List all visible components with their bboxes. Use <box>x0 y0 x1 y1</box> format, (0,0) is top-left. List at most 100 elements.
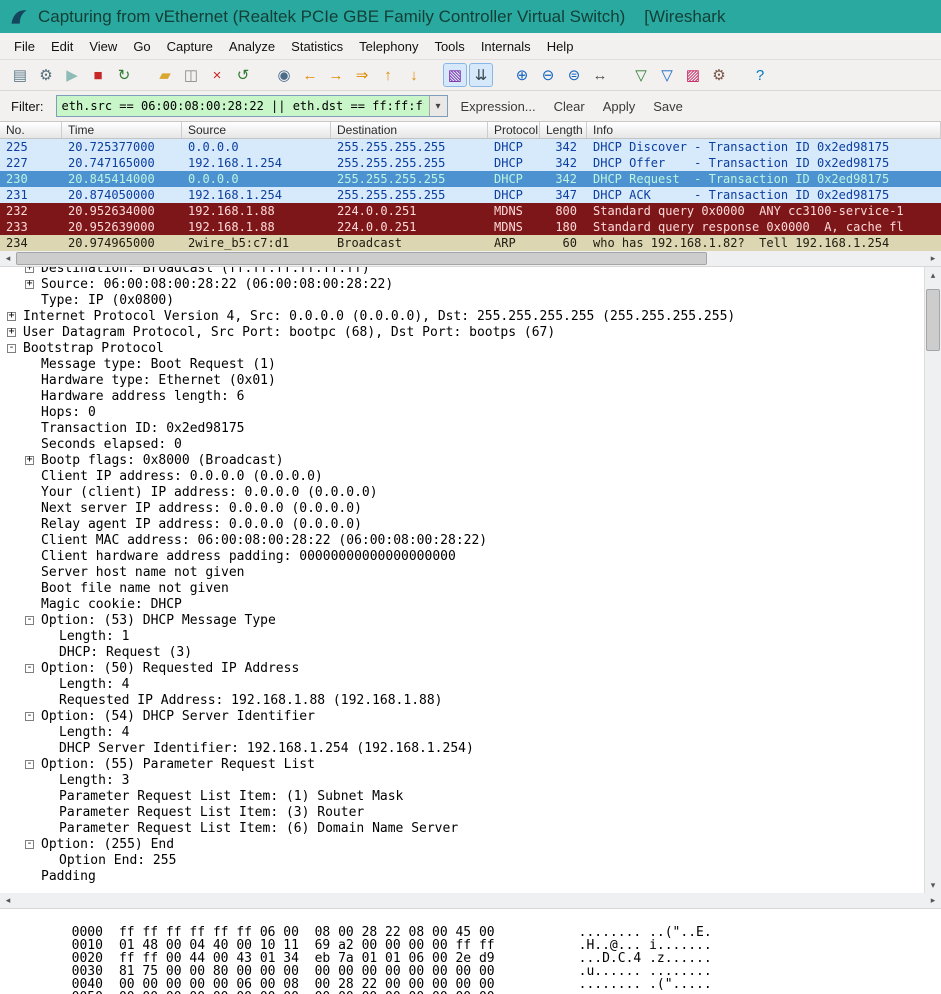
detail-line[interactable]: Message type: Boot Request (1) <box>0 356 924 372</box>
go-to-bottom-icon[interactable]: ↓ <box>402 63 426 87</box>
detail-line[interactable]: Option: (53) DHCP Message Type <box>0 612 924 628</box>
detail-line[interactable]: Boot file name not given <box>0 580 924 596</box>
expander-icon[interactable] <box>7 311 16 321</box>
menu-capture[interactable]: Capture <box>159 35 221 58</box>
expander-icon[interactable] <box>25 663 34 673</box>
menu-help[interactable]: Help <box>539 35 582 58</box>
detail-line[interactable]: DHCP: Request (3) <box>0 644 924 660</box>
packet-list-hscrollbar[interactable]: ◂ ▸ <box>0 251 941 267</box>
scroll-left-icon[interactable]: ◂ <box>0 251 16 266</box>
packet-row[interactable]: 231 20.874050000 192.168.1.254 255.255.2… <box>0 187 941 203</box>
capture-options-icon[interactable]: ⚙ <box>34 63 58 87</box>
packet-row[interactable]: 225 20.725377000 0.0.0.0 255.255.255.255… <box>0 139 941 155</box>
close-capture-icon[interactable]: × <box>205 63 229 87</box>
zoom-100-icon[interactable]: ⊜ <box>562 63 586 87</box>
filter-label[interactable]: Filter: <box>7 96 48 117</box>
resize-columns-icon[interactable]: ↔ <box>588 63 612 87</box>
detail-line[interactable]: Destination: Broadcast (ff:ff:ff:ff:ff:f… <box>0 267 924 276</box>
detail-line[interactable]: Hardware type: Ethernet (0x01) <box>0 372 924 388</box>
scroll-up-icon[interactable]: ▴ <box>925 267 941 283</box>
detail-line[interactable]: Length: 3 <box>0 772 924 788</box>
menu-edit[interactable]: Edit <box>43 35 81 58</box>
detail-line[interactable]: Padding <box>0 868 924 884</box>
menu-internals[interactable]: Internals <box>473 35 539 58</box>
find-packet-icon[interactable]: ◉ <box>272 63 296 87</box>
detail-line[interactable]: Source: 06:00:08:00:28:22 (06:00:08:00:2… <box>0 276 924 292</box>
detail-line[interactable]: Length: 1 <box>0 628 924 644</box>
list-interfaces-icon[interactable]: ▤ <box>8 63 32 87</box>
colorize-toggle-icon[interactable]: ▧ <box>443 63 467 87</box>
detail-line[interactable]: Type: IP (0x0800) <box>0 292 924 308</box>
detail-line[interactable]: DHCP Server Identifier: 192.168.1.254 (1… <box>0 740 924 756</box>
detail-line[interactable]: Relay agent IP address: 0.0.0.0 (0.0.0.0… <box>0 516 924 532</box>
filter-dropdown-button[interactable]: ▾ <box>428 96 447 116</box>
detail-line[interactable]: Option: (50) Requested IP Address <box>0 660 924 676</box>
expander-icon[interactable] <box>25 759 34 769</box>
detail-line[interactable]: Requested IP Address: 192.168.1.88 (192.… <box>0 692 924 708</box>
detail-line[interactable]: Parameter Request List Item: (1) Subnet … <box>0 788 924 804</box>
detail-line[interactable]: Bootstrap Protocol <box>0 340 924 356</box>
column-header[interactable]: No. <box>0 122 62 138</box>
detail-line[interactable]: Option: (255) End <box>0 836 924 852</box>
detail-line[interactable]: Your (client) IP address: 0.0.0.0 (0.0.0… <box>0 484 924 500</box>
autoscroll-toggle-icon[interactable]: ⇊ <box>469 63 493 87</box>
save-button[interactable]: Save <box>648 96 688 117</box>
menu-view[interactable]: View <box>81 35 125 58</box>
detail-line[interactable]: Length: 4 <box>0 724 924 740</box>
details-hscrollbar[interactable]: ◂ ▸ <box>0 893 941 909</box>
packet-row[interactable]: 232 20.952634000 192.168.1.88 224.0.0.25… <box>0 203 941 219</box>
hscrollbar-track[interactable] <box>16 251 925 266</box>
display-filters-icon[interactable]: ▽ <box>655 63 679 87</box>
detail-line[interactable]: Option End: 255 <box>0 852 924 868</box>
menu-statistics[interactable]: Statistics <box>283 35 351 58</box>
packet-row[interactable]: 227 20.747165000 192.168.1.254 255.255.2… <box>0 155 941 171</box>
packet-row[interactable]: 230 20.845414000 0.0.0.0 255.255.255.255… <box>0 171 941 187</box>
detail-line[interactable]: Parameter Request List Item: (3) Router <box>0 804 924 820</box>
detail-line[interactable]: User Datagram Protocol, Src Port: bootpc… <box>0 324 924 340</box>
expander-icon[interactable] <box>25 279 34 289</box>
menu-analyze[interactable]: Analyze <box>221 35 283 58</box>
filter-input[interactable] <box>56 96 429 116</box>
detail-line[interactable]: Option: (54) DHCP Server Identifier <box>0 708 924 724</box>
expression-button[interactable]: Expression... <box>456 96 541 117</box>
hscrollbar-track[interactable] <box>16 893 925 908</box>
preferences-icon[interactable]: ⚙ <box>707 63 731 87</box>
expander-icon[interactable] <box>25 839 34 849</box>
detail-line[interactable]: Option: (55) Parameter Request List <box>0 756 924 772</box>
expander-icon[interactable] <box>25 711 34 721</box>
scroll-right-icon[interactable]: ▸ <box>925 893 941 908</box>
go-forward-icon[interactable]: → <box>324 63 348 87</box>
expander-icon[interactable] <box>25 267 34 273</box>
scroll-right-icon[interactable]: ▸ <box>925 251 941 266</box>
detail-line[interactable]: Bootp flags: 0x8000 (Broadcast) <box>0 452 924 468</box>
detail-line[interactable]: Hops: 0 <box>0 404 924 420</box>
go-to-top-icon[interactable]: ↑ <box>376 63 400 87</box>
stop-capture-icon[interactable]: ■ <box>86 63 110 87</box>
save-file-icon[interactable]: ◫ <box>179 63 203 87</box>
scroll-down-icon[interactable]: ▾ <box>925 877 941 893</box>
titlebar[interactable]: Capturing from vEthernet (Realtek PCIe G… <box>0 0 941 33</box>
column-header[interactable]: Destination <box>331 122 488 138</box>
column-header[interactable]: Info <box>587 122 941 138</box>
coloring-rules-icon[interactable]: ▨ <box>681 63 705 87</box>
detail-line[interactable]: Server host name not given <box>0 564 924 580</box>
zoom-in-icon[interactable]: ⊕ <box>510 63 534 87</box>
detail-line[interactable]: Length: 4 <box>0 676 924 692</box>
vscrollbar-track[interactable] <box>925 283 941 877</box>
column-header[interactable]: Length <box>540 122 587 138</box>
packet-row[interactable]: 233 20.952639000 192.168.1.88 224.0.0.25… <box>0 219 941 235</box>
start-capture-icon[interactable]: ▶ <box>60 63 84 87</box>
detail-line[interactable]: Magic cookie: DHCP <box>0 596 924 612</box>
expander-icon[interactable] <box>7 327 16 337</box>
menu-file[interactable]: File <box>6 35 43 58</box>
column-header[interactable]: Protocol <box>488 122 540 138</box>
menu-tools[interactable]: Tools <box>426 35 472 58</box>
expander-icon[interactable] <box>7 343 16 353</box>
detail-line[interactable]: Client MAC address: 06:00:08:00:28:22 (0… <box>0 532 924 548</box>
go-back-icon[interactable]: ← <box>298 63 322 87</box>
detail-line[interactable]: Next server IP address: 0.0.0.0 (0.0.0.0… <box>0 500 924 516</box>
menu-go[interactable]: Go <box>125 35 158 58</box>
column-header[interactable]: Source <box>182 122 331 138</box>
restart-capture-icon[interactable]: ↻ <box>112 63 136 87</box>
detail-line[interactable]: Client IP address: 0.0.0.0 (0.0.0.0) <box>0 468 924 484</box>
